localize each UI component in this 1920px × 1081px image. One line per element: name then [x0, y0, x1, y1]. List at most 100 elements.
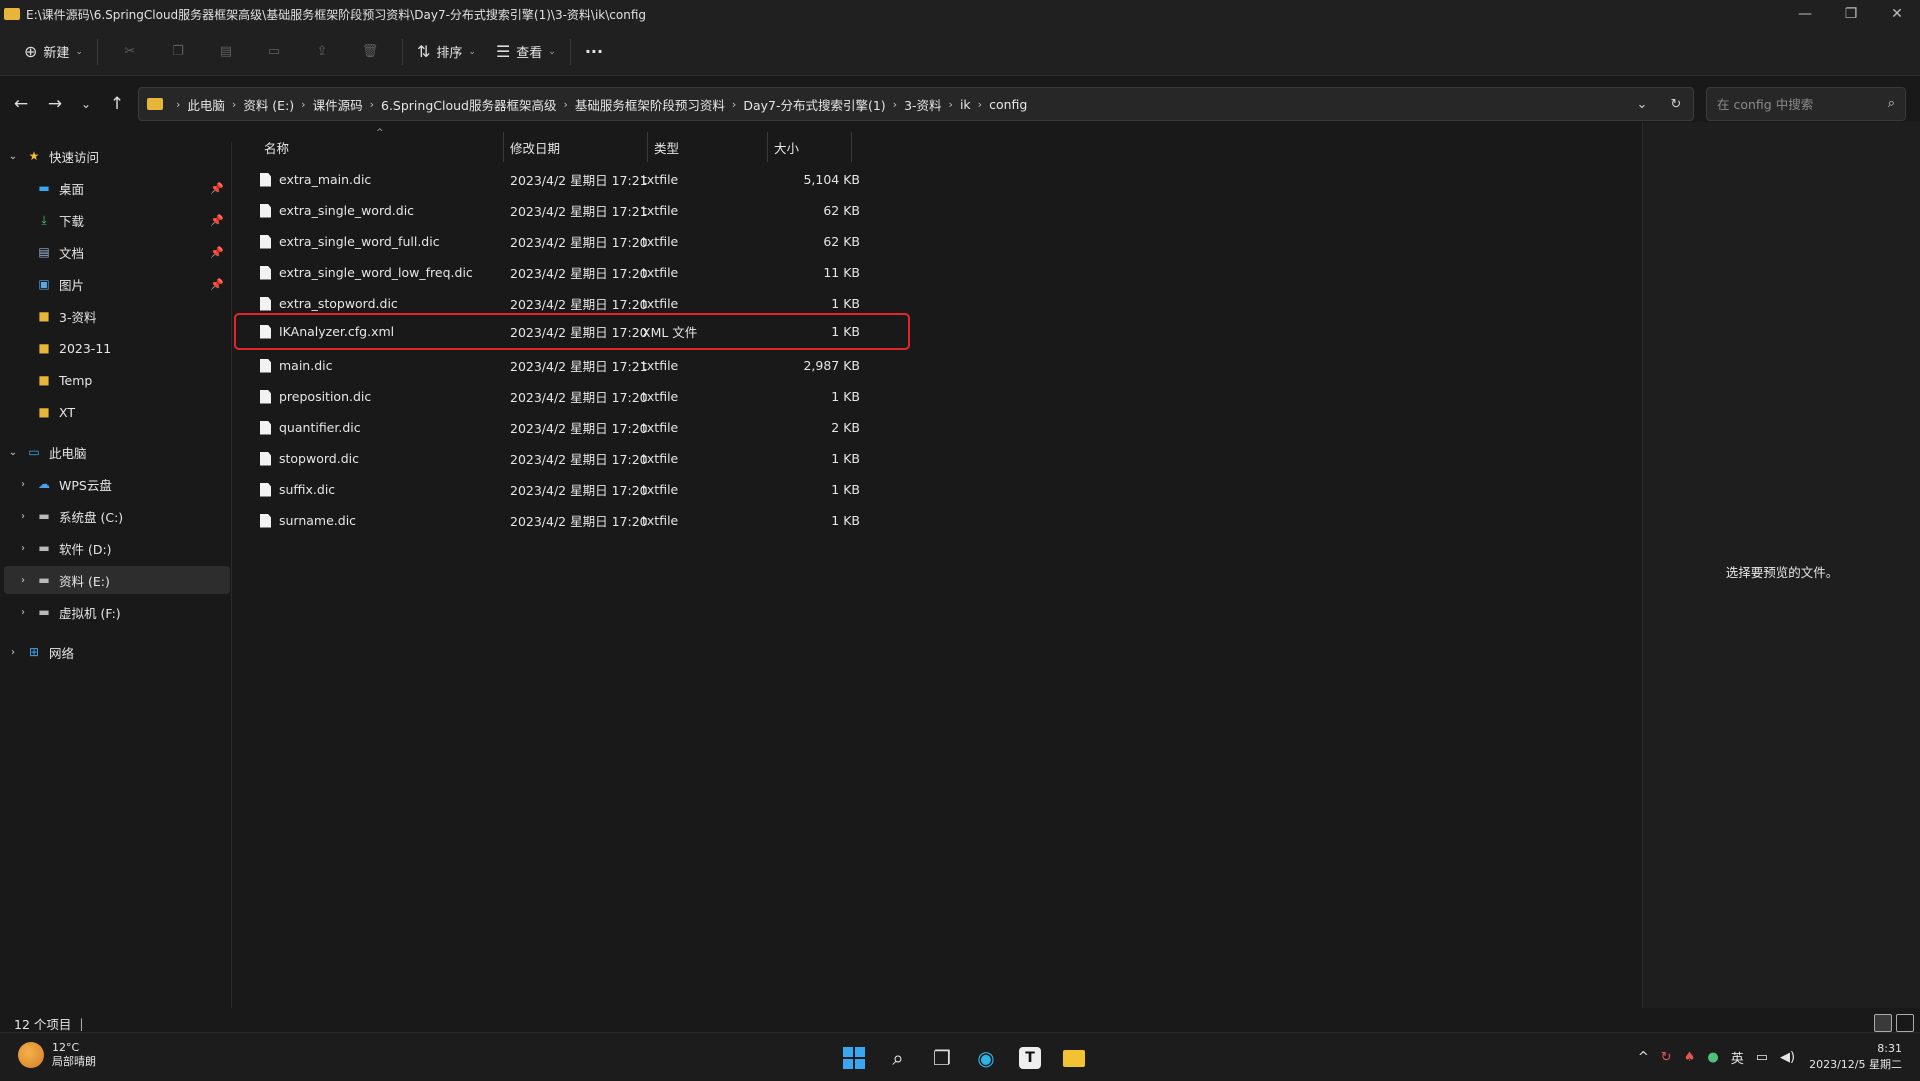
- chevron-right-icon[interactable]: ›: [301, 98, 305, 111]
- file-row[interactable]: preposition.dic 2023/4/2 星期日 17:20 txtfi…: [244, 381, 904, 412]
- nav-item-desktop[interactable]: ▬ 桌面 📌: [0, 174, 230, 202]
- chevron-right-icon[interactable]: ›: [16, 543, 30, 554]
- chevron-right-icon[interactable]: ›: [370, 98, 374, 111]
- file-row[interactable]: main.dic 2023/4/2 星期日 17:21 txtfile 2,98…: [244, 350, 904, 381]
- breadcrumb-item[interactable]: 此电脑: [187, 95, 225, 114]
- breadcrumb-item[interactable]: ik: [960, 97, 971, 112]
- search-input[interactable]: [1717, 96, 1867, 112]
- chevron-right-icon[interactable]: ›: [16, 607, 30, 618]
- nav-this-pc[interactable]: ⌄ ▭ 此电脑: [0, 438, 230, 466]
- nav-item-pictures[interactable]: ▣ 图片 📌: [0, 270, 230, 298]
- weather-widget[interactable]: 12°C 局部晴朗: [18, 1041, 96, 1069]
- chevron-right-icon[interactable]: ›: [6, 647, 20, 658]
- file-row[interactable]: surname.dic 2023/4/2 星期日 17:20 txtfile 1…: [244, 505, 904, 536]
- cut-button[interactable]: ✂: [106, 35, 154, 69]
- file-explorer-button[interactable]: [1052, 1041, 1096, 1075]
- nav-drive-e[interactable]: › ▬ 资料 (E:): [4, 566, 230, 594]
- drive-icon: ▬: [38, 509, 50, 523]
- copy-button[interactable]: ❐: [154, 35, 202, 69]
- delete-button[interactable]: 🗑: [346, 35, 394, 69]
- nav-item-folder[interactable]: ■ Temp: [0, 366, 230, 394]
- chevron-right-icon[interactable]: ›: [563, 98, 567, 111]
- breadcrumb-item[interactable]: config: [989, 97, 1027, 112]
- breadcrumb-item[interactable]: 3-资料: [904, 95, 941, 114]
- nav-quick-access[interactable]: ⌄ ★ 快速访问: [0, 142, 230, 170]
- chevron-right-icon[interactable]: ›: [232, 98, 236, 111]
- pin-icon[interactable]: 📌: [210, 182, 224, 195]
- back-button[interactable]: ←: [4, 87, 38, 121]
- nav-network[interactable]: › ⊞ 网络: [0, 638, 230, 666]
- file-row[interactable]: extra_single_word_full.dic 2023/4/2 星期日 …: [244, 226, 904, 257]
- restore-button[interactable]: ❐: [1828, 0, 1874, 28]
- address-history-dropdown[interactable]: ⌄: [1625, 97, 1659, 112]
- chevron-right-icon[interactable]: ›: [16, 479, 30, 490]
- refresh-button[interactable]: ↻: [1659, 97, 1693, 112]
- wechat-icon[interactable]: ●: [1707, 1050, 1718, 1065]
- network-icon[interactable]: ▭: [1756, 1050, 1768, 1065]
- nav-drive-wps[interactable]: › ☁ WPS云盘: [0, 470, 230, 498]
- chevron-down-icon[interactable]: ⌄: [6, 447, 20, 458]
- chevron-right-icon[interactable]: ›: [732, 98, 736, 111]
- breadcrumb-item[interactable]: 6.SpringCloud服务器框架高级: [381, 95, 556, 114]
- breadcrumb-item[interactable]: Day7-分布式搜索引擎(1): [743, 95, 885, 114]
- start-button[interactable]: [832, 1041, 876, 1075]
- typora-button[interactable]: T: [1008, 1041, 1052, 1075]
- nav-item-folder[interactable]: ■ 2023-11: [0, 334, 230, 362]
- pin-icon[interactable]: 📌: [210, 246, 224, 259]
- chevron-right-icon[interactable]: ›: [978, 98, 982, 111]
- nav-drive-f[interactable]: › ▬ 虚拟机 (F:): [0, 598, 230, 626]
- chevron-up-icon[interactable]: ^: [1638, 1050, 1649, 1065]
- view-button[interactable]: ☰ 查看 ⌄: [490, 35, 562, 69]
- column-header-size[interactable]: 大小: [768, 132, 852, 162]
- search-taskbar-button[interactable]: ⌕: [876, 1041, 920, 1075]
- nav-drive-c[interactable]: › ▬ 系统盘 (C:): [0, 502, 230, 530]
- breadcrumb-item[interactable]: 基础服务框架阶段预习资料: [575, 95, 725, 114]
- ime-indicator[interactable]: 英: [1731, 1048, 1744, 1067]
- pin-icon[interactable]: 📌: [210, 214, 224, 227]
- chevron-right-icon[interactable]: ›: [16, 511, 30, 522]
- file-row[interactable]: extra_main.dic 2023/4/2 星期日 17:21 txtfil…: [244, 164, 904, 195]
- qq-icon[interactable]: ♠: [1684, 1050, 1696, 1065]
- file-row[interactable]: quantifier.dic 2023/4/2 星期日 17:20 txtfil…: [244, 412, 904, 443]
- more-button[interactable]: ···: [579, 35, 609, 69]
- close-button[interactable]: ✕: [1874, 0, 1920, 28]
- nav-item-downloads[interactable]: ⤓ 下载 📌: [0, 206, 230, 234]
- search-box[interactable]: ⌕: [1706, 87, 1906, 121]
- forward-button[interactable]: →: [38, 87, 72, 121]
- task-view-button[interactable]: ❐: [920, 1041, 964, 1075]
- file-row[interactable]: extra_single_word_low_freq.dic 2023/4/2 …: [244, 257, 904, 288]
- share-button[interactable]: ⇪: [298, 35, 346, 69]
- new-button[interactable]: ⊕ 新建 ⌄: [18, 35, 89, 69]
- nav-item-documents[interactable]: ▤ 文档 📌: [0, 238, 230, 266]
- chevron-down-icon[interactable]: ⌄: [6, 151, 20, 162]
- column-header-name[interactable]: 名称: [258, 132, 504, 162]
- nav-item-folder[interactable]: ■ XT: [0, 398, 230, 426]
- minimize-button[interactable]: —: [1782, 0, 1828, 28]
- breadcrumb-item[interactable]: 课件源码: [313, 95, 363, 114]
- clock[interactable]: 8:31 2023/12/5 星期二: [1809, 1041, 1902, 1073]
- up-button[interactable]: ↑: [100, 87, 134, 121]
- chevron-right-icon[interactable]: ›: [16, 575, 30, 586]
- nav-drive-d[interactable]: › ▬ 软件 (D:): [0, 534, 230, 562]
- file-row[interactable]: extra_single_word.dic 2023/4/2 星期日 17:21…: [244, 195, 904, 226]
- column-header-type[interactable]: 类型: [648, 132, 768, 162]
- address-bar[interactable]: › 此电脑 › 资料 (E:) › 课件源码 › 6.SpringCloud服务…: [138, 87, 1694, 121]
- recent-locations-button[interactable]: ⌄: [72, 87, 100, 121]
- chevron-right-icon[interactable]: ›: [949, 98, 953, 111]
- breadcrumb-item[interactable]: 资料 (E:): [243, 95, 294, 114]
- nav-item-folder[interactable]: ■ 3-资料: [0, 302, 230, 330]
- edge-button[interactable]: ◉: [964, 1041, 1008, 1075]
- tiles-view-button[interactable]: [1896, 1014, 1914, 1032]
- column-header-date[interactable]: 修改日期: [504, 132, 648, 162]
- file-row[interactable]: suffix.dic 2023/4/2 星期日 17:20 txtfile 1 …: [244, 474, 904, 505]
- sort-button[interactable]: ⇅ 排序 ⌄: [411, 35, 482, 69]
- paste-button[interactable]: ▤: [202, 35, 250, 69]
- details-view-button[interactable]: [1874, 1014, 1892, 1032]
- file-row[interactable]: stopword.dic 2023/4/2 星期日 17:20 txtfile …: [244, 443, 904, 474]
- rename-button[interactable]: ▭: [250, 35, 298, 69]
- file-row-highlighted[interactable]: IKAnalyzer.cfg.xml 2023/4/2 星期日 17:20 XM…: [234, 313, 910, 350]
- chevron-right-icon[interactable]: ›: [893, 98, 897, 111]
- pin-icon[interactable]: 📌: [210, 278, 224, 291]
- sync-icon[interactable]: ↻: [1661, 1050, 1672, 1065]
- volume-icon[interactable]: ◀): [1780, 1050, 1795, 1065]
